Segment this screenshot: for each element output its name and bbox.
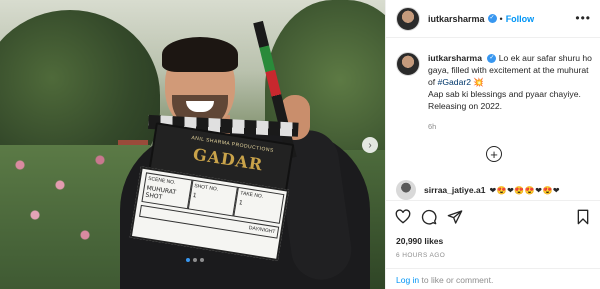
bookmark-icon[interactable] [575, 209, 591, 225]
post-photo[interactable]: ANIL SHARMA PRODUCTIONS GADAR SCENE NO. … [0, 0, 385, 289]
verified-badge-icon: ✓ [487, 14, 497, 23]
carousel-dot [200, 258, 204, 262]
comment-avatar[interactable] [396, 180, 416, 200]
likes-count[interactable]: 20,990 likes [396, 236, 443, 246]
carousel-dots [186, 258, 204, 262]
clapper-take-value: 1 [238, 199, 244, 207]
follow-button[interactable]: Follow [506, 14, 535, 24]
post-actions [386, 200, 600, 230]
header-separator: • [499, 13, 503, 24]
posted-time: 6 HOURS AGO [396, 252, 446, 259]
caption-line2: Aap sab ki blessings and pyaar chayiye. … [428, 89, 581, 111]
avatar[interactable] [396, 6, 420, 31]
comment-text: ❤😍❤😍😍❤😍❤ [489, 185, 561, 195]
caption-emoji: 💥 [473, 77, 485, 87]
clapper-take-cell: TAKE NO. 1 [233, 186, 285, 224]
header-username[interactable]: iutkarsharma [428, 14, 485, 24]
post-caption: iutkarsharma ✓ Lo ek aur safar shuru ho … [396, 52, 596, 112]
login-prompt-suffix: to like or comment. [419, 275, 494, 285]
post-side-panel: iutkarsharma ✓ • Follow ••• iutkarsharma… [385, 0, 600, 289]
caption-avatar[interactable] [396, 52, 420, 76]
post-header: iutkarsharma ✓ • Follow ••• [386, 0, 600, 38]
carousel-dot [193, 258, 197, 262]
clapper-take-label: TAKE NO. [239, 190, 264, 200]
comment-username[interactable]: sirraa_jatiye.a1 [424, 185, 485, 195]
carousel-next-button[interactable]: › [362, 137, 378, 153]
clapper-shot-cell: SHOT NO. 1 [187, 179, 239, 217]
share-icon[interactable] [447, 209, 463, 225]
heart-icon[interactable] [395, 209, 411, 225]
film-clapperboard: ANIL SHARMA PRODUCTIONS GADAR SCENE NO. … [129, 114, 299, 262]
clapper-shot-label: SHOT NO. [193, 183, 219, 193]
comment-item: sirraa_jatiye.a1 ❤😍❤😍😍❤😍❤ [396, 180, 596, 200]
clapper-shot-value: 1 [192, 191, 198, 200]
instagram-post: ANIL SHARMA PRODUCTIONS GADAR SCENE NO. … [0, 0, 600, 289]
actor-hair [162, 37, 238, 72]
caption-verified-icon: ✓ [487, 54, 497, 64]
caption-username[interactable]: iutkarsharma [428, 53, 482, 63]
clapper-scene-cell: SCENE NO. MUHURAT SHOT [141, 172, 193, 210]
caption-text: iutkarsharma ✓ Lo ek aur safar shuru ho … [428, 52, 596, 112]
comment-icon[interactable] [421, 209, 437, 225]
more-options-icon[interactable]: ••• [575, 11, 591, 25]
login-prompt: Log in to like or comment. [386, 268, 600, 289]
load-more-comments-button[interactable]: + [486, 146, 502, 162]
clapper-scene-value: MUHURAT SHOT [144, 184, 177, 202]
carousel-dot [186, 258, 190, 262]
caption-time: 6h [428, 122, 437, 131]
caption-hashtag[interactable]: #Gadar2 [438, 77, 471, 87]
login-link[interactable]: Log in [396, 275, 419, 285]
